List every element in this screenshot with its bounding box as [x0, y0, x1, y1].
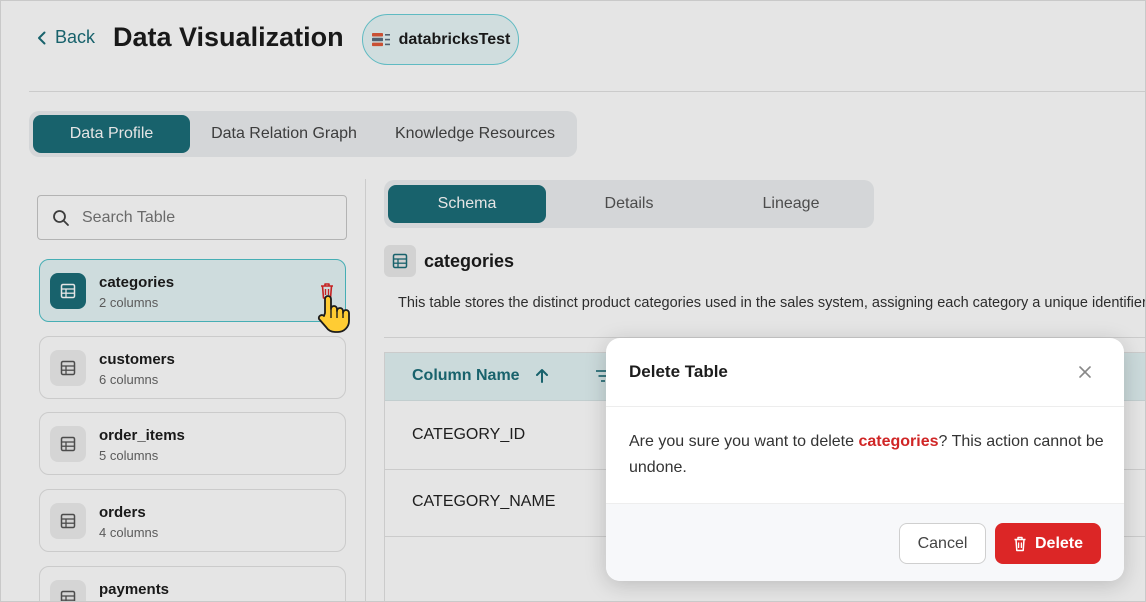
delete-label: Delete [1034, 534, 1084, 552]
message-table-name: categories [858, 433, 939, 450]
delete-table-dialog: Delete Table Are you sure you want to de… [606, 338, 1124, 581]
message-text: Are you sure you want to delete [629, 433, 859, 450]
trash-icon [1014, 536, 1026, 551]
dialog-divider [606, 406, 1124, 407]
close-icon[interactable] [1076, 363, 1094, 381]
cancel-button[interactable]: Cancel [899, 523, 986, 564]
dialog-title: Delete Table [629, 362, 728, 381]
hand-pointer-icon [317, 295, 350, 333]
delete-button[interactable]: Delete [995, 523, 1101, 564]
dialog-message: Are you sure you want to delete categori… [629, 429, 1107, 481]
app-window: Back Data Visualization databricksTest D… [0, 0, 1146, 602]
dialog-footer: Cancel Delete [606, 503, 1124, 581]
